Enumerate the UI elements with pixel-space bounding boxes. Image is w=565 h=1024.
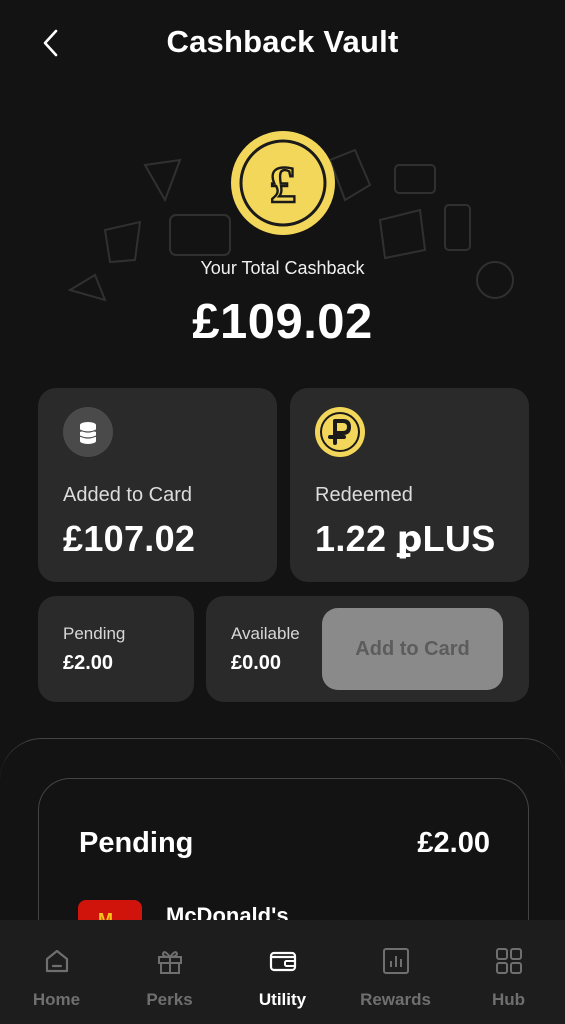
home-icon — [45, 949, 68, 973]
nav-label-rewards: Rewards — [360, 990, 431, 1009]
bottom-nav: Home Perks Utility Rewards Hub — [0, 920, 565, 1024]
cashback-hero: £ Your Total Cashback £109.02 — [0, 110, 565, 370]
redeemed-value: 1.22 ꝑLUS — [315, 518, 496, 559]
gift-icon — [157, 951, 182, 974]
total-cashback-value: £109.02 — [192, 295, 373, 349]
pending-panel: Pending £2.00 M McDonald's — [38, 778, 529, 928]
available-value: £0.00 — [231, 652, 282, 674]
add-to-card-button[interactable]: Add to Card — [322, 608, 503, 690]
wallet-icon — [269, 951, 296, 972]
coins-stack-icon — [63, 407, 113, 457]
pending-panel-total: £2.00 — [417, 827, 490, 859]
redeemed-label: Redeemed — [315, 484, 413, 506]
added-to-card-label: Added to Card — [63, 484, 192, 506]
total-cashback-label: Your Total Cashback — [200, 258, 365, 278]
grid-icon — [495, 948, 522, 974]
nav-item-perks[interactable]: Perks — [113, 920, 226, 1024]
plus-coin-icon — [315, 407, 365, 457]
nav-item-rewards[interactable]: Rewards — [339, 920, 452, 1024]
pending-label: Pending — [63, 624, 126, 643]
nav-label-hub: Hub — [491, 990, 526, 1009]
pound-coin-icon: £ — [231, 131, 335, 235]
nav-label-perks: Perks — [146, 990, 193, 1009]
pending-panel-title: Pending — [79, 827, 194, 859]
nav-item-hub[interactable]: Hub — [452, 920, 565, 1024]
pending-value: £2.00 — [63, 652, 114, 674]
header: Cashback Vault — [0, 0, 565, 90]
chart-icon — [382, 948, 409, 974]
available-label: Available — [231, 624, 300, 643]
available-card: Available £0.00 Add to Card — [206, 596, 529, 702]
added-to-card-card: Added to Card £107.02 — [38, 388, 277, 582]
nav-label-home: Home — [32, 990, 81, 1009]
redeemed-card: Redeemed 1.22 ꝑLUS — [290, 388, 529, 582]
nav-item-utility[interactable]: Utility — [226, 920, 339, 1024]
pending-card: Pending £2.00 — [38, 596, 194, 702]
nav-item-home[interactable]: Home — [0, 920, 113, 1024]
svg-text:£: £ — [270, 157, 296, 214]
nav-label-utility: Utility — [258, 990, 307, 1009]
added-to-card-value: £107.02 — [63, 518, 196, 559]
page-title: Cashback Vault — [166, 24, 399, 59]
